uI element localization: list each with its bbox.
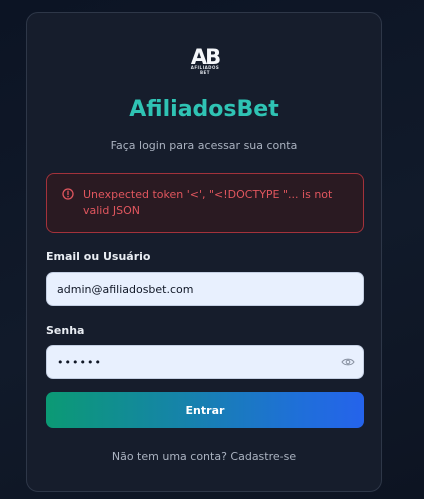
email-field[interactable]	[46, 272, 364, 306]
login-button[interactable]: Entrar	[46, 392, 364, 428]
app-title: AfiliadosBet	[129, 97, 279, 122]
brand-logo: AB AFILIADOS BET	[187, 43, 223, 75]
login-card: AB AFILIADOS BET AfiliadosBet Faça login…	[26, 12, 382, 492]
error-message: Unexpected token '<', "<!DOCTYPE "... is…	[83, 188, 333, 217]
logo-subtext: AFILIADOS BET	[190, 65, 220, 75]
alert-circle-icon	[62, 188, 74, 200]
password-field[interactable]	[46, 345, 364, 379]
password-label: Senha	[46, 324, 85, 337]
login-subtitle: Faça login para acessar sua conta	[110, 139, 298, 152]
error-alert: Unexpected token '<', "<!DOCTYPE "... is…	[46, 173, 364, 233]
signup-link[interactable]: Não tem uma conta? Cadastre-se	[27, 450, 381, 463]
eye-icon[interactable]	[341, 357, 355, 367]
email-label: Email ou Usuário	[46, 250, 151, 263]
